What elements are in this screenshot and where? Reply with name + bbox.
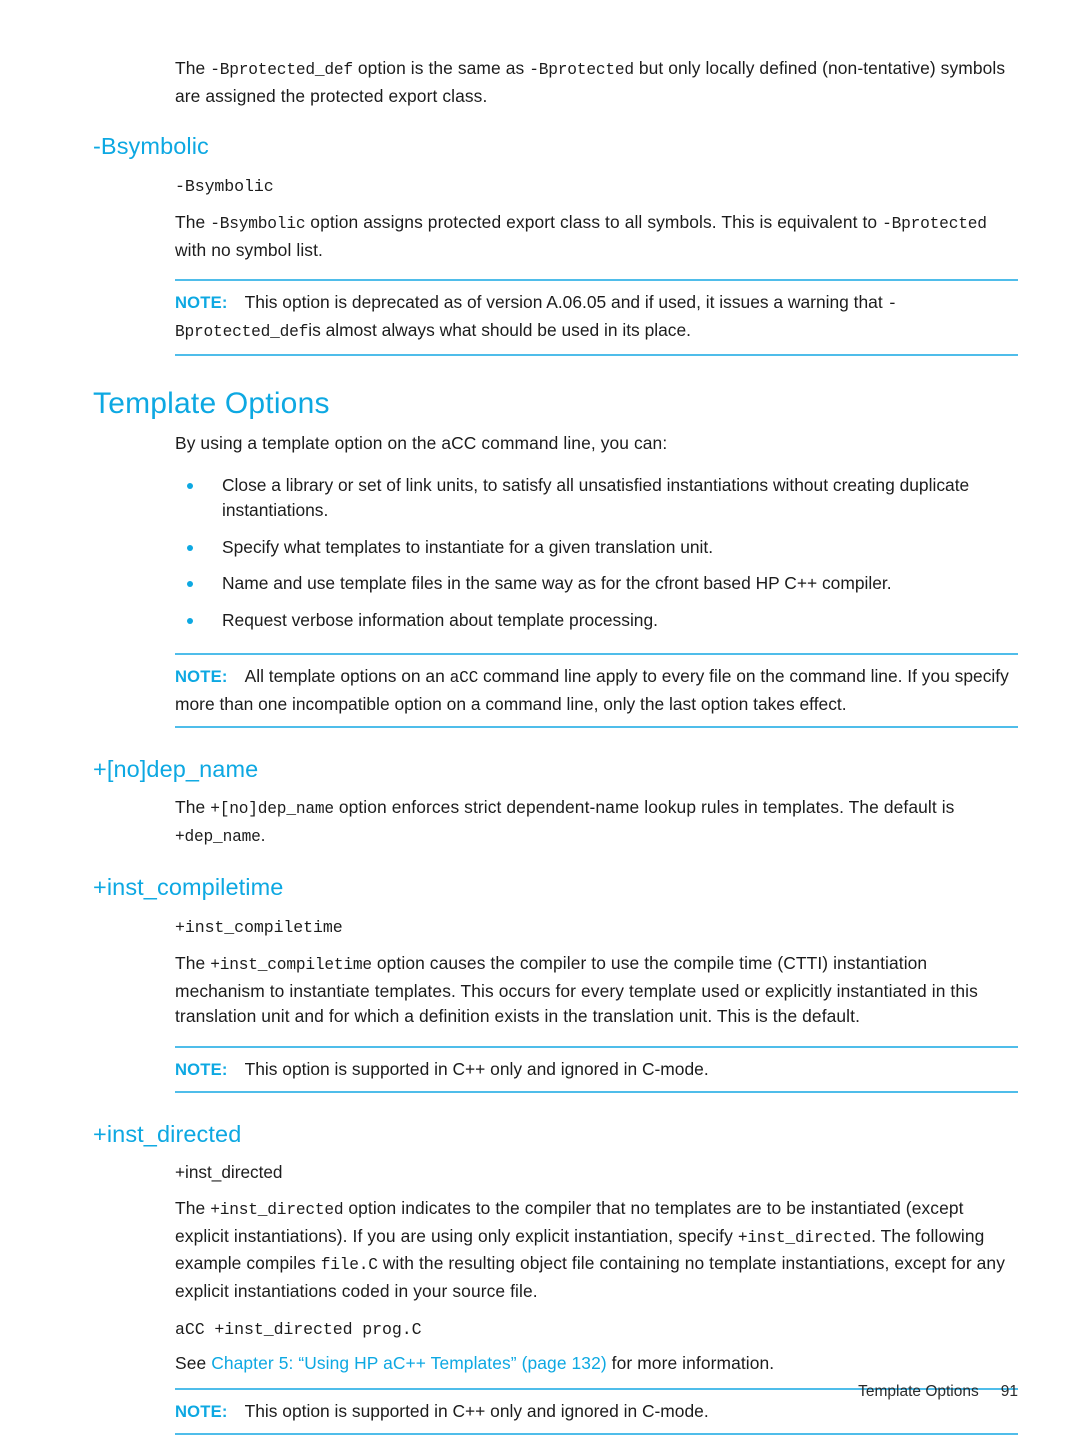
body-inst-compiletime: The +inst_compiletime option causes the … (175, 951, 1018, 1030)
note-bsymbolic-text-b: is almost always what should be used in … (308, 319, 691, 340)
heading-bsymbolic: -Bsymbolic (93, 133, 209, 159)
dep-name-text-b: option enforces strict dependent-name lo… (333, 797, 955, 817)
footer-page-number: 91 (1000, 1383, 1018, 1400)
intro-code-bprotected-def: -Bprotected_def (210, 61, 353, 79)
template-options-intro: By using a template option on the aCC co… (175, 433, 668, 453)
dep-name-code-2: +dep_name (175, 827, 261, 846)
page-footer: Template Options 91 (0, 1383, 1080, 1401)
bullet-dot-icon (187, 581, 193, 587)
body-bsymbolic: The -Bsymbolic option assigns protected … (175, 210, 1018, 263)
synopsis-inst-compiletime: +inst_compiletime (175, 918, 343, 937)
inst-compiletime-code-1: +inst_compiletime (210, 956, 372, 974)
cross-reference-link-chapter-5[interactable]: Chapter 5: “Using HP aC++ Templates” (pa… (211, 1353, 607, 1373)
note-label: NOTE: (175, 293, 228, 312)
note-bsymbolic: NOTE: This option is deprecated as of ver… (175, 279, 1018, 356)
note-template-text-a: All template options on an (244, 666, 450, 686)
note-inst-directed-text: This option is supported in C++ only and… (244, 1400, 709, 1421)
intro-text-a: The (175, 58, 211, 78)
bullet-dot-icon (187, 544, 193, 551)
note-inst-compiletime: NOTE: This option is supported in C++ onl… (175, 1045, 1018, 1093)
bullet-text: Close a library or set of link units, to… (222, 474, 970, 521)
dep-name-text-c: . (260, 824, 266, 845)
inst-directed-code-2: +inst_directed (737, 1228, 872, 1247)
bsymbolic-text-b: option assigns protected export class to… (305, 212, 883, 232)
list-item: Request verbose information about templa… (175, 608, 1018, 634)
list-item: Specify what templates to instantiate fo… (175, 535, 1018, 561)
dep-name-text-a: The (175, 797, 211, 817)
page-content: The -Bprotected_def option is the same a… (93, 56, 1018, 1438)
inst-directed-text-a: The (175, 1198, 211, 1218)
bullet-text: Specify what templates to instantiate fo… (222, 536, 714, 557)
bsymbolic-code-1: -Bsymbolic (210, 215, 306, 233)
note-bsymbolic-paragraph: NOTE: This option is deprecated as of ver… (175, 290, 1018, 345)
note-label: NOTE: (175, 1059, 228, 1079)
bullet-dot-icon (187, 617, 193, 624)
intro-text-b: option is the same as (352, 58, 530, 78)
inst-directed-code-3: file.C (320, 1256, 378, 1274)
note-inst-compiletime-text: This option is supported in C++ only and… (244, 1058, 709, 1079)
bsymbolic-text-a: The (175, 212, 211, 232)
body-inst-directed: The +inst_directed option indicates to t… (175, 1196, 1018, 1304)
heading-inst-compiletime: +inst_compiletime (93, 874, 284, 900)
note-bsymbolic-text-a: This option is deprecated as of version … (244, 292, 888, 312)
intro-code-bprotected: -Bprotected (529, 61, 634, 79)
example-inst-directed: aCC +inst_directed prog.C (175, 1320, 422, 1339)
note-template-options: NOTE: All template options on an aCC comm… (175, 653, 1018, 728)
see-also-prefix: See (175, 1353, 212, 1373)
list-item: Name and use template files in the same … (175, 571, 1018, 597)
note-label: NOTE: (175, 1401, 228, 1421)
note-template-options-paragraph: NOTE: All template options on an aCC comm… (175, 664, 1018, 717)
inst-compiletime-text-a: The (175, 953, 211, 973)
bullet-dot-icon (187, 482, 193, 489)
inst-directed-code-1: +inst_directed (210, 1201, 344, 1219)
note-inst-directed-paragraph: NOTE: This option is supported in C++ onl… (175, 1399, 1018, 1425)
heading-dep-name: +[no]dep_name (93, 756, 259, 782)
footer-section-title: Template Options (858, 1383, 979, 1400)
see-also-inst-directed: See Chapter 5: “Using HP aC++ Templates”… (175, 1351, 1018, 1377)
bsymbolic-text-c: with no symbol list. (175, 239, 323, 260)
note-inst-compiletime-paragraph: NOTE: This option is supported in C++ onl… (175, 1057, 1018, 1083)
synopsis-bsymbolic: -Bsymbolic (175, 177, 274, 196)
body-dep-name: The +[no]dep_name option enforces strict… (175, 795, 1018, 850)
document-page: The -Bprotected_def option is the same a… (0, 0, 1080, 1438)
intro-paragraph: The -Bprotected_def option is the same a… (175, 56, 1018, 109)
see-also-suffix: for more information. (606, 1353, 775, 1373)
dep-name-code-1: +[no]dep_name (210, 800, 334, 818)
bullet-text: Request verbose information about templa… (222, 609, 658, 630)
bullet-text: Name and use template files in the same … (222, 573, 892, 593)
heading-template-options: Template Options (93, 387, 330, 420)
note-label: NOTE: (175, 667, 228, 686)
template-options-bullet-list: Close a library or set of link units, to… (175, 473, 1018, 634)
note-template-code-acc: aCC (449, 669, 479, 687)
synopsis-inst-directed: +inst_directed (175, 1162, 283, 1182)
heading-inst-directed: +inst_directed (93, 1121, 242, 1147)
list-item: Close a library or set of link units, to… (175, 473, 1018, 524)
bsymbolic-code-2: -Bprotected (882, 215, 987, 233)
